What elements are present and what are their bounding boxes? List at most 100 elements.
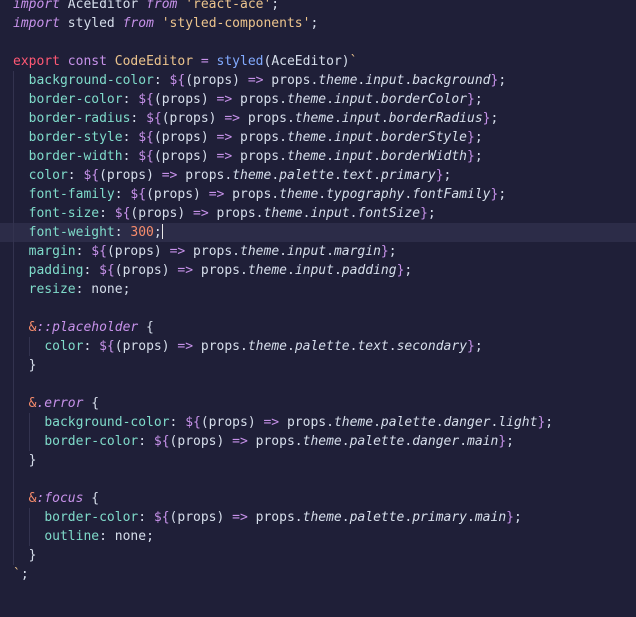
code-token: theme (279, 187, 319, 202)
code-token: . (341, 434, 350, 449)
indent-guide (13, 451, 14, 470)
code-token: (props) (161, 111, 225, 126)
code-line[interactable]: font-family: ${(props) => props.theme.ty… (0, 185, 636, 204)
code-token: => (216, 149, 233, 164)
code-line[interactable]: border-color: ${(props) => props.theme.p… (0, 432, 636, 451)
code-token: ; (153, 225, 162, 240)
code-line[interactable]: import styled from 'styled-components'; (0, 14, 636, 33)
code-line[interactable]: font-weight: 300; (0, 223, 636, 242)
code-line[interactable]: export const CodeEditor = styled(AceEdit… (0, 52, 636, 71)
code-line[interactable]: import AceEditor from 'react-ace'; (0, 0, 636, 14)
code-line[interactable] (0, 375, 636, 394)
code-token: ${ (83, 168, 100, 183)
code-token: . (279, 244, 287, 259)
code-token: input (333, 149, 374, 164)
indent-guide (13, 394, 14, 413)
indent-guide (13, 109, 14, 128)
code-token: ; (271, 0, 280, 12)
code-token: fontFamily (412, 187, 491, 202)
code-line[interactable]: color: ${(props) => props.theme.palette.… (0, 166, 636, 185)
code-token: . (326, 92, 334, 107)
code-token: } (28, 548, 37, 563)
code-line[interactable]: border-color: ${(props) => props.theme.i… (0, 90, 636, 109)
code-token: theme (318, 73, 358, 88)
code-line[interactable]: margin: ${(props) => props.theme.input.m… (0, 242, 636, 261)
code-line[interactable] (0, 299, 636, 318)
code-line[interactable]: &.error { (0, 394, 636, 413)
code-token: borderColor (380, 92, 467, 107)
code-token: ; (122, 282, 131, 297)
code-line[interactable]: font-size: ${(props) => props.theme.inpu… (0, 204, 636, 223)
code-token: theme (286, 92, 327, 107)
code-token: export (13, 54, 60, 69)
code-line[interactable]: border-radius: ${(props) => props.theme.… (0, 109, 636, 128)
code-line[interactable]: `; (0, 565, 636, 584)
code-line[interactable]: &::placeholder { (0, 318, 636, 337)
indent-guide (13, 147, 14, 166)
code-line[interactable] (0, 33, 636, 52)
code-line[interactable]: color: ${(props) => props.theme.palette.… (0, 337, 636, 356)
indent-guide (13, 261, 14, 280)
code-line[interactable]: outline: none; (0, 527, 636, 546)
code-line[interactable]: &:focus { (0, 489, 636, 508)
code-lines[interactable]: import AceEditor from 'react-ace'; import… (0, 0, 636, 584)
code-token: props. (224, 187, 280, 202)
code-line[interactable]: resize: none; (0, 280, 636, 299)
code-token: . (388, 339, 397, 354)
code-line[interactable]: } (0, 451, 636, 470)
code-token: . (286, 263, 295, 278)
code-editor[interactable]: import AceEditor from 'react-ace'; import… (0, 0, 636, 617)
code-token: border-radius (28, 111, 131, 126)
code-token: theme (247, 339, 287, 354)
code-token: fontSize (357, 206, 421, 221)
code-line[interactable]: } (0, 356, 636, 375)
code-token: (props) (153, 149, 217, 164)
code-token: ; (490, 111, 499, 126)
code-line[interactable]: } (0, 546, 636, 565)
code-token: . (326, 244, 334, 259)
code-line[interactable]: border-color: ${(props) => props.theme.p… (0, 508, 636, 527)
code-token: : (67, 168, 84, 183)
code-token: ${ (138, 149, 154, 164)
code-token: = (193, 54, 217, 69)
code-token: (props) (169, 434, 233, 449)
code-token: ${ (130, 187, 147, 202)
code-token: font-family (28, 187, 115, 202)
code-token: input (365, 73, 405, 88)
code-token: borderStyle (380, 130, 467, 145)
code-token: theme (247, 263, 287, 278)
indent-guide (13, 280, 14, 299)
code-token: borderWidth (380, 149, 467, 164)
code-token: palette (349, 434, 405, 449)
indent-guide (13, 71, 14, 90)
indent-guide (13, 546, 14, 565)
code-token: props. (263, 73, 319, 88)
code-token: font-size (28, 206, 100, 221)
code-token: props. (240, 111, 295, 126)
indent-guide (13, 318, 14, 337)
code-line[interactable]: background-color: ${(props) => props.the… (0, 71, 636, 90)
code-token: from (122, 16, 154, 31)
code-token: ; (474, 130, 483, 145)
code-line[interactable]: padding: ${(props) => props.theme.input.… (0, 261, 636, 280)
code-line[interactable]: border-width: ${(props) => props.theme.i… (0, 147, 636, 166)
code-token: (props) (169, 510, 233, 525)
code-token: theme (286, 149, 327, 164)
code-token: } (380, 244, 389, 259)
code-token: ; (146, 529, 154, 544)
code-token: props. (232, 130, 287, 145)
code-line[interactable]: border-style: ${(props) => props.theme.i… (0, 128, 636, 147)
code-token: : (138, 434, 154, 449)
code-line[interactable]: background-color: ${(props) => props.the… (0, 413, 636, 432)
code-line[interactable] (0, 470, 636, 489)
code-token: } (467, 130, 475, 145)
